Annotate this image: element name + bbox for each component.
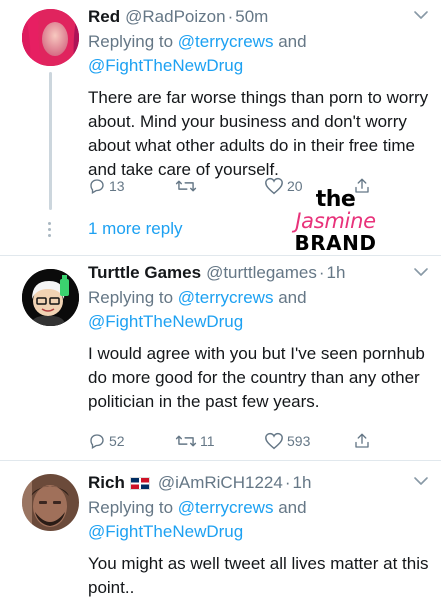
author-handle[interactable]: @turttlegames: [206, 262, 317, 284]
timestamp[interactable]: 50m: [235, 6, 268, 28]
share-icon: [355, 433, 369, 448]
reply-count: 13: [109, 178, 125, 194]
chevron-down-icon[interactable]: [413, 10, 429, 20]
author-name[interactable]: Red: [88, 6, 120, 28]
author-handle[interactable]: @RadPoizon: [125, 6, 225, 28]
mention-link[interactable]: @FightTheNewDrug: [88, 522, 243, 541]
replying-to: Replying to @terrycrews and @FightTheNew…: [88, 30, 429, 78]
like-count: 593: [287, 433, 311, 449]
watermark-brand: BRAND: [294, 231, 377, 255]
separator-dot: ·: [318, 263, 325, 282]
reply-button[interactable]: 13: [88, 177, 125, 195]
avatar-red[interactable]: [22, 9, 79, 66]
replying-to: Replying to @terrycrews and @FightTheNew…: [88, 496, 429, 544]
timestamp[interactable]: 1h: [292, 472, 311, 494]
mention-link[interactable]: @FightTheNewDrug: [88, 312, 243, 331]
retweet-button[interactable]: [175, 177, 197, 195]
thread-dots: [48, 222, 52, 240]
replying-to-label: Replying to: [88, 498, 174, 517]
replying-to-label: Replying to: [88, 32, 174, 51]
retweet-button[interactable]: 11: [175, 432, 215, 450]
and-label: and: [278, 32, 307, 51]
avatar-turttle-games[interactable]: [22, 269, 79, 326]
mention-link[interactable]: @terrycrews: [178, 498, 274, 517]
replying-to: Replying to @terrycrews and @FightTheNew…: [88, 286, 429, 334]
flag-icon: [129, 476, 150, 490]
author-name[interactable]: Turttle Games: [88, 262, 201, 284]
watermark-the: the: [315, 187, 356, 212]
reply-icon: [90, 434, 104, 449]
tweet-rich[interactable]: Rich @iAmRiCH1224 · 1h Replying to @terr…: [0, 461, 441, 600]
tweet-text: I would agree with you but I've seen por…: [88, 344, 425, 411]
tweet-turttle-games[interactable]: Turttle Games @turttlegames · 1h Replyin…: [0, 256, 441, 459]
thread-line: [49, 72, 52, 210]
retweet-icon: [175, 180, 197, 192]
author-name[interactable]: Rich: [88, 472, 125, 494]
share-button[interactable]: [353, 432, 371, 450]
retweet-count: 11: [200, 433, 215, 449]
chevron-down-icon[interactable]: [413, 476, 429, 486]
mention-link[interactable]: @FightTheNewDrug: [88, 56, 243, 75]
like-button[interactable]: 593: [264, 432, 310, 450]
and-label: and: [278, 288, 307, 307]
retweet-icon: [175, 435, 197, 447]
chevron-down-icon[interactable]: [413, 267, 429, 277]
watermark-logo: the Jasmine BRAND: [278, 187, 393, 255]
replying-to-label: Replying to: [88, 288, 174, 307]
mention-link[interactable]: @terrycrews: [178, 32, 274, 51]
author-handle[interactable]: @iAmRiCH1224: [158, 472, 283, 494]
watermark-jasmine: Jasmine: [295, 209, 376, 233]
reply-icon: [90, 179, 104, 194]
mention-link[interactable]: @terrycrews: [178, 288, 274, 307]
heart-icon: [265, 432, 283, 450]
and-label: and: [278, 498, 307, 517]
separator-dot: ·: [284, 473, 291, 492]
tweet-text: You might as well tweet all lives matter…: [88, 554, 429, 597]
separator-dot: ·: [227, 7, 234, 26]
reply-button[interactable]: 52: [88, 432, 125, 450]
timestamp[interactable]: 1h: [327, 262, 346, 284]
reply-count: 52: [109, 433, 125, 449]
tweet-text: There are far worse things than porn to …: [88, 88, 429, 179]
more-replies-link[interactable]: 1 more reply: [88, 219, 182, 239]
avatar-rich[interactable]: [22, 474, 79, 531]
